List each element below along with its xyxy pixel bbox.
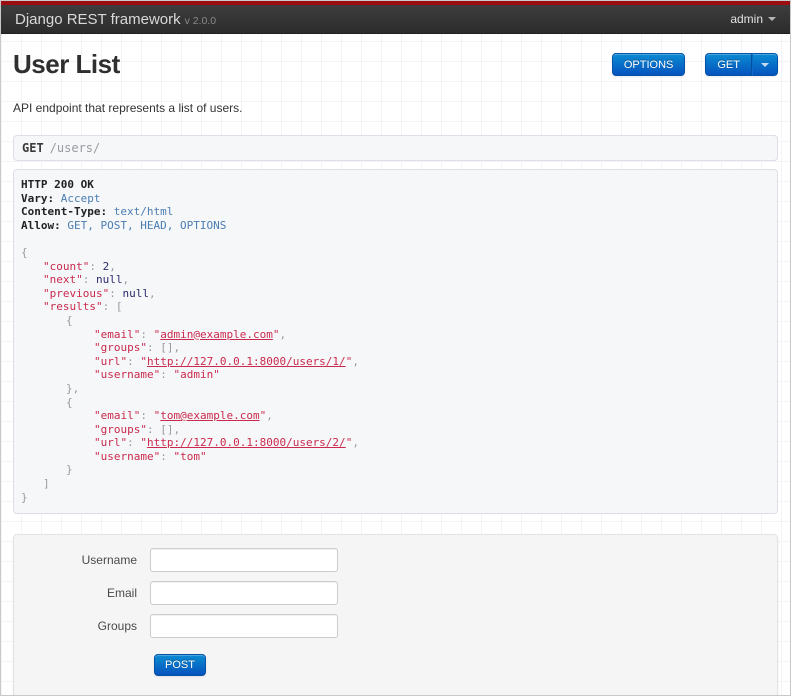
user-url-link[interactable]: http://127.0.0.1:8000/users/2/	[147, 436, 346, 449]
email-label: Email	[106, 586, 137, 601]
chevron-down-icon	[761, 62, 769, 67]
json-line-email: "email": "admin@example.com",	[94, 327, 287, 341]
request-method: GET	[22, 141, 44, 155]
json-line-groups: "groups": [],	[94, 422, 181, 436]
action-buttons: OPTIONS GET	[611, 53, 778, 76]
page-title: User List	[13, 49, 120, 79]
json-line: {	[66, 313, 73, 327]
json-line: }	[66, 463, 73, 477]
title-row: User List OPTIONS GET	[13, 49, 778, 80]
brand-version: v 2.0.0	[184, 14, 217, 27]
form-row-username: Username	[14, 548, 777, 573]
email-field[interactable]	[150, 581, 338, 606]
json-line-previous: "previous": null,	[43, 286, 156, 300]
request-bar: GET/users/	[13, 135, 778, 161]
json-line: {	[66, 395, 73, 409]
user-dropdown[interactable]: admin	[730, 12, 776, 26]
json-line-username: "username": "tom"	[94, 449, 207, 463]
username-field[interactable]	[150, 548, 338, 573]
request-path: /users/	[49, 141, 101, 155]
json-line-url: "url": "http://127.0.0.1:8000/users/1/",	[94, 354, 359, 368]
get-format-dropdown-button[interactable]	[752, 53, 778, 76]
form-row-email: Email	[14, 581, 777, 606]
json-line-username: "username": "admin"	[94, 368, 220, 382]
navbar: Django REST framework v 2.0.0 admin	[1, 1, 790, 34]
json-line: ]	[43, 477, 50, 491]
username-label: Username	[81, 553, 137, 568]
main-content: User List OPTIONS GET API endpoint that …	[1, 49, 790, 695]
response-header: Content-Type: text/html	[21, 205, 174, 219]
chevron-down-icon	[768, 17, 776, 21]
brand-title: Django REST framework	[15, 10, 181, 28]
response-header: Vary: Accept	[21, 191, 101, 205]
endpoint-description: API endpoint that represents a list of u…	[13, 101, 243, 115]
form-actions: POST	[14, 654, 777, 677]
user-url-link[interactable]: http://127.0.0.1:8000/users/1/	[147, 355, 346, 368]
options-button[interactable]: OPTIONS	[611, 53, 686, 76]
get-button[interactable]: GET	[705, 53, 752, 76]
json-line: {	[21, 245, 28, 259]
groups-label: Groups	[97, 619, 137, 634]
groups-field[interactable]	[150, 614, 338, 639]
post-form: Username Email Groups POST	[13, 534, 778, 695]
response-block: HTTP 200 OK Vary: Accept Content-Type: t…	[13, 169, 778, 515]
json-line-email: "email": "tom@example.com",	[94, 409, 273, 423]
json-line-next: "next": null,	[43, 273, 130, 287]
response-status: HTTP 200 OK	[21, 178, 94, 191]
json-line-url: "url": "http://127.0.0.1:8000/users/2/",	[94, 436, 359, 450]
form-row-groups: Groups	[14, 614, 777, 639]
user-dropdown-label: admin	[730, 12, 763, 26]
post-button[interactable]: POST	[154, 654, 206, 677]
json-line-groups: "groups": [],	[94, 341, 181, 355]
json-line-count: "count": 2,	[43, 259, 116, 273]
brand-link[interactable]: Django REST framework v 2.0.0	[15, 11, 216, 28]
email-link[interactable]: tom@example.com	[160, 409, 259, 422]
response-header: Allow: GET, POST, HEAD, OPTIONS	[21, 218, 227, 232]
browser-viewport: Django REST framework v 2.0.0 admin User …	[0, 0, 791, 696]
json-line-results: "results": [	[43, 300, 123, 314]
json-line: }	[21, 490, 28, 504]
json-line: },	[66, 381, 80, 395]
email-link[interactable]: admin@example.com	[160, 328, 273, 341]
